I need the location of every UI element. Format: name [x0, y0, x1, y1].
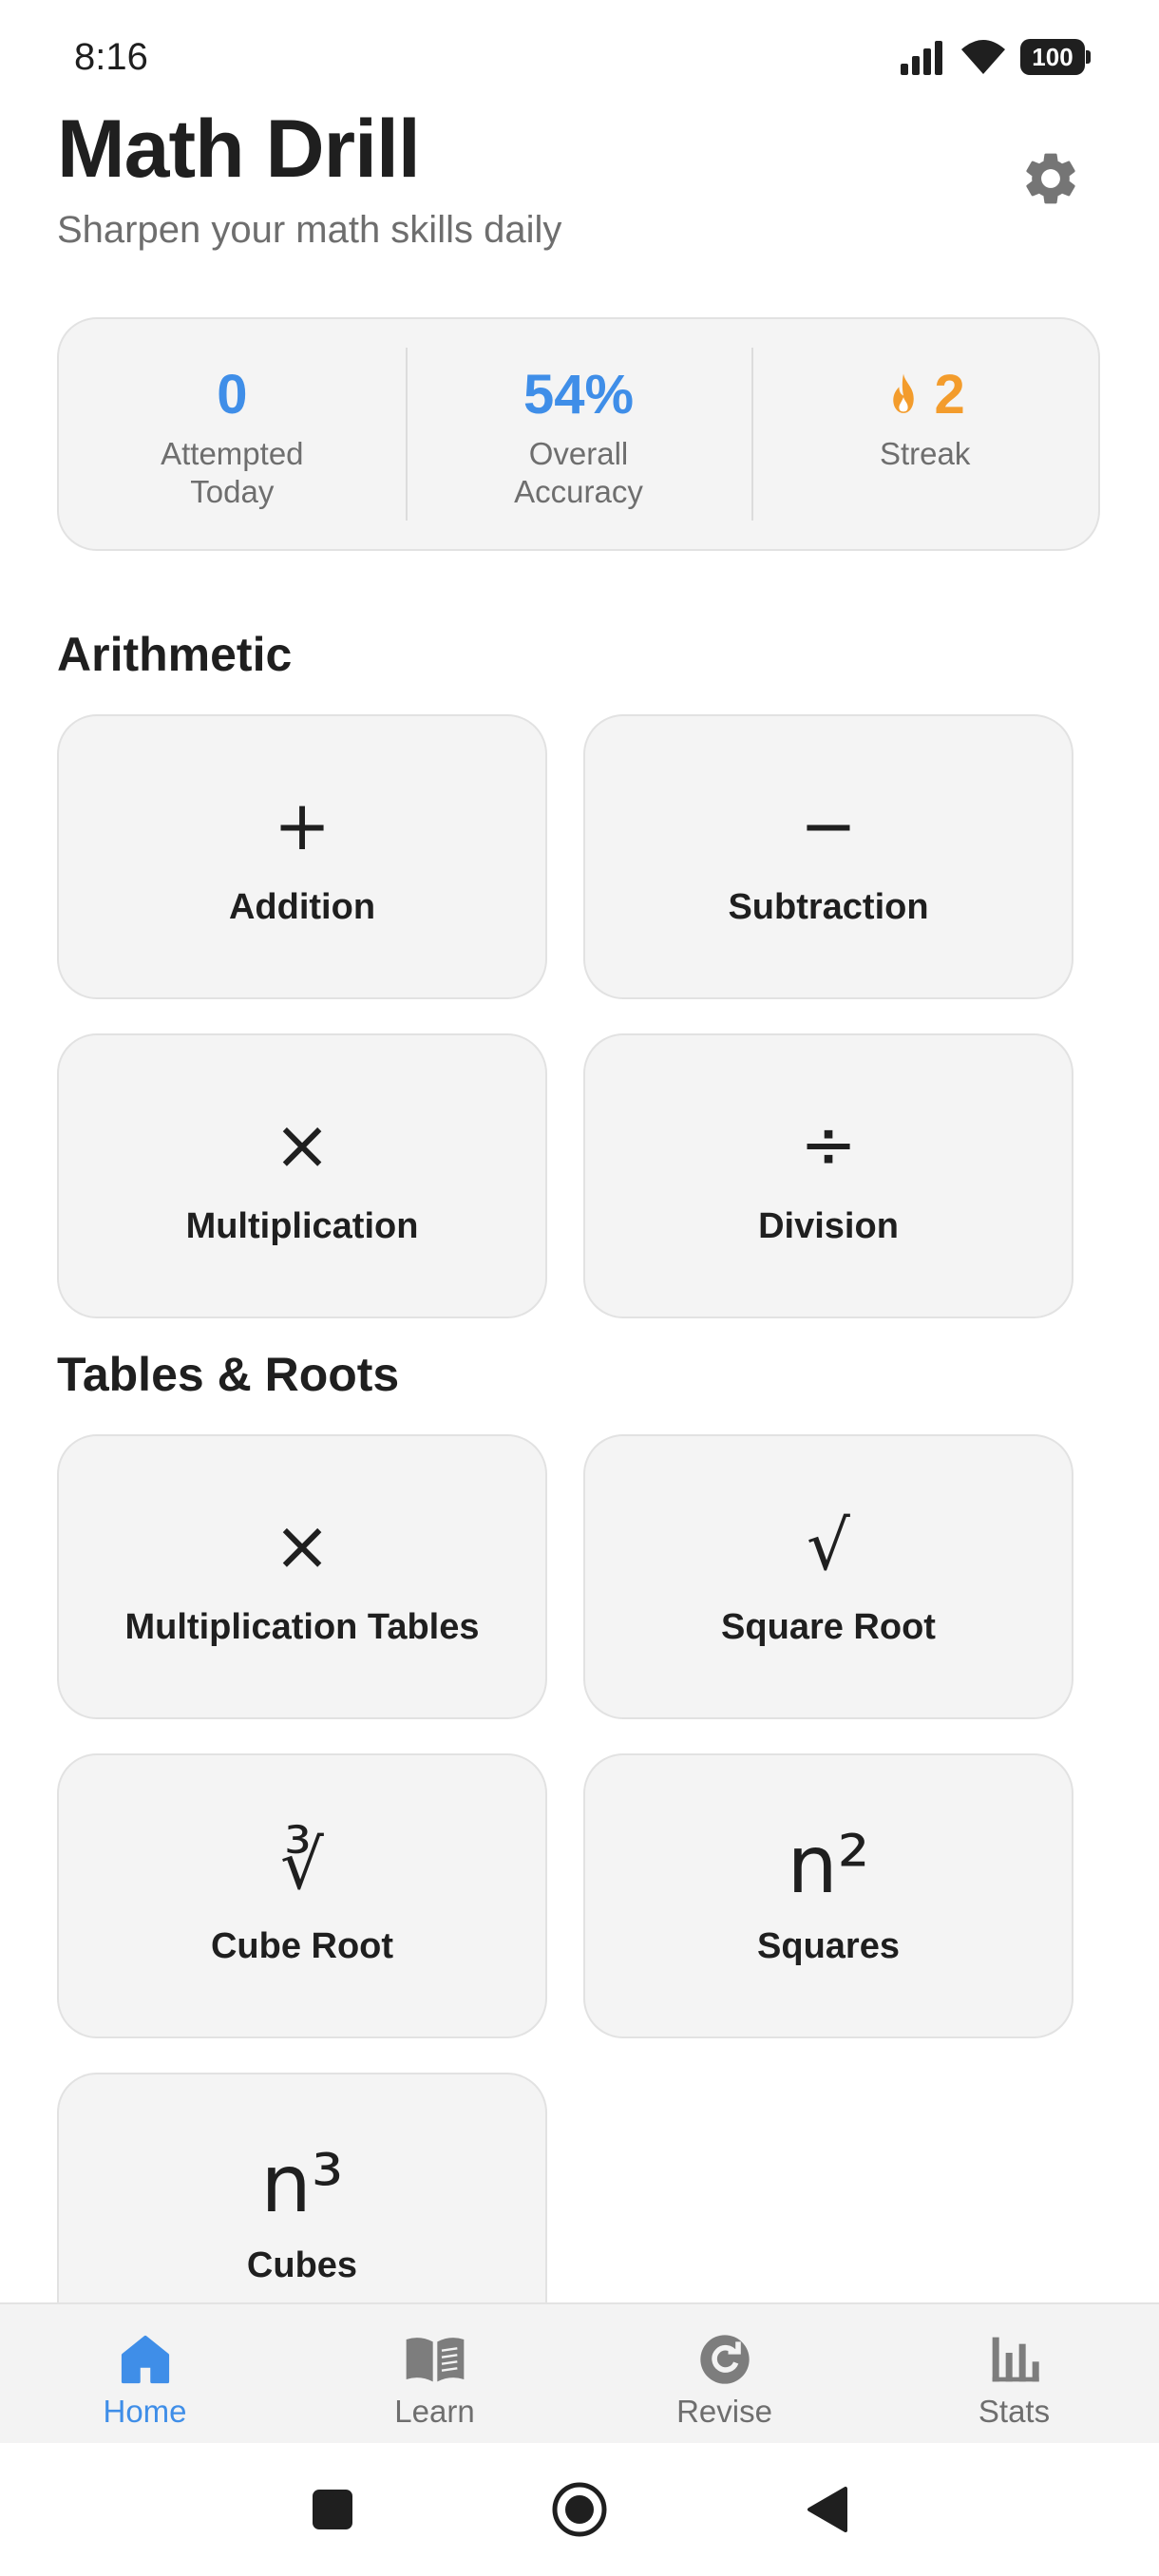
home-icon	[121, 2335, 169, 2384]
tile-label: Multiplication	[185, 1206, 419, 1246]
nav-home[interactable]: Home	[0, 2304, 290, 2443]
nav-label: Learn	[394, 2394, 475, 2429]
bottom-nav: Home Learn Revise Stats	[0, 2302, 1159, 2443]
section-title-arithmetic: Arithmetic	[57, 628, 293, 681]
cube-root-icon: ∛	[280, 1825, 324, 1904]
stat-label: Attempted Today	[161, 436, 304, 509]
tile-cubes[interactable]: n³ Cubes	[57, 2073, 547, 2302]
stat-overall-accuracy: 54% Overall Accuracy	[405, 319, 752, 549]
battery-level: 100	[1032, 42, 1074, 71]
nav-revise[interactable]: Revise	[580, 2304, 869, 2443]
multiply-icon: ×	[273, 1506, 332, 1585]
nav-learn[interactable]: Learn	[290, 2304, 580, 2443]
recents-button[interactable]	[304, 2481, 361, 2538]
stat-label: Streak	[879, 436, 971, 471]
tile-label: Division	[758, 1206, 899, 1246]
square-icon	[313, 2490, 352, 2529]
stat-value: 0	[217, 363, 248, 426]
home-system-button[interactable]	[551, 2481, 608, 2538]
section-title-tables-roots: Tables & Roots	[57, 1348, 400, 1401]
gear-icon	[1026, 153, 1075, 204]
tile-squares[interactable]: n² Squares	[583, 1753, 1074, 2038]
tile-multiplication[interactable]: × Multiplication	[57, 1033, 547, 1318]
tile-cube-root[interactable]: ∛ Cube Root	[57, 1753, 547, 2038]
status-icons: 100	[899, 38, 1091, 76]
status-bar: 8:16 100	[0, 0, 1159, 104]
stat-value: 54%	[522, 363, 635, 426]
stat-attempted-today: 0 Attempted Today	[59, 319, 406, 549]
stats-card: 0 Attempted Today 54% Overall Accuracy 2…	[57, 317, 1100, 551]
streak-count: 2	[934, 363, 965, 426]
nav-label: Home	[103, 2394, 187, 2429]
divide-icon: ÷	[799, 1105, 858, 1184]
tile-subtraction[interactable]: − Subtraction	[583, 714, 1074, 999]
tile-label: Squares	[757, 1926, 900, 1966]
page-title: Math Drill	[57, 104, 421, 195]
battery-indicator: 100	[1020, 39, 1091, 75]
nav-label: Revise	[676, 2394, 772, 2429]
back-button[interactable]	[798, 2481, 855, 2538]
tile-addition[interactable]: + Addition	[57, 714, 547, 999]
nav-stats[interactable]: Stats	[869, 2304, 1159, 2443]
tile-label: Subtraction	[728, 887, 929, 927]
tile-division[interactable]: ÷ Division	[583, 1033, 1074, 1318]
tile-label: Square Root	[721, 1607, 936, 1647]
bar-chart-icon	[992, 2337, 1039, 2382]
system-nav-bar	[0, 2443, 1159, 2576]
settings-button[interactable]	[1013, 141, 1089, 217]
wifi-icon	[961, 40, 1005, 74]
tile-label: Cubes	[246, 2245, 358, 2285]
status-time: 8:16	[74, 36, 148, 78]
refresh-icon	[699, 2335, 750, 2384]
back-triangle-icon	[808, 2487, 847, 2532]
nav-label: Stats	[978, 2394, 1051, 2429]
n-squared-icon: n²	[787, 1818, 870, 1911]
stat-streak: 2 Streak	[751, 319, 1098, 549]
page-subtitle: Sharpen your math skills daily	[57, 209, 562, 251]
n-cubed-icon: n³	[260, 2137, 344, 2230]
tile-square-root[interactable]: √ Square Root	[583, 1434, 1074, 1719]
multiply-icon: ×	[273, 1105, 332, 1184]
signal-icon	[901, 41, 942, 75]
square-root-icon: √	[807, 1506, 850, 1585]
circle-home-icon	[552, 2482, 607, 2537]
tile-label: Addition	[228, 887, 376, 927]
stat-label: Overall Accuracy	[514, 436, 643, 509]
plus-icon: +	[273, 786, 332, 865]
stat-value-streak: 2	[885, 361, 965, 427]
tile-label: Cube Root	[210, 1926, 394, 1966]
tile-multiplication-tables[interactable]: × Multiplication Tables	[57, 1434, 547, 1719]
flame-icon	[892, 373, 914, 413]
book-icon	[406, 2338, 464, 2382]
minus-icon: −	[799, 786, 858, 865]
tile-label: Multiplication Tables	[124, 1607, 480, 1647]
